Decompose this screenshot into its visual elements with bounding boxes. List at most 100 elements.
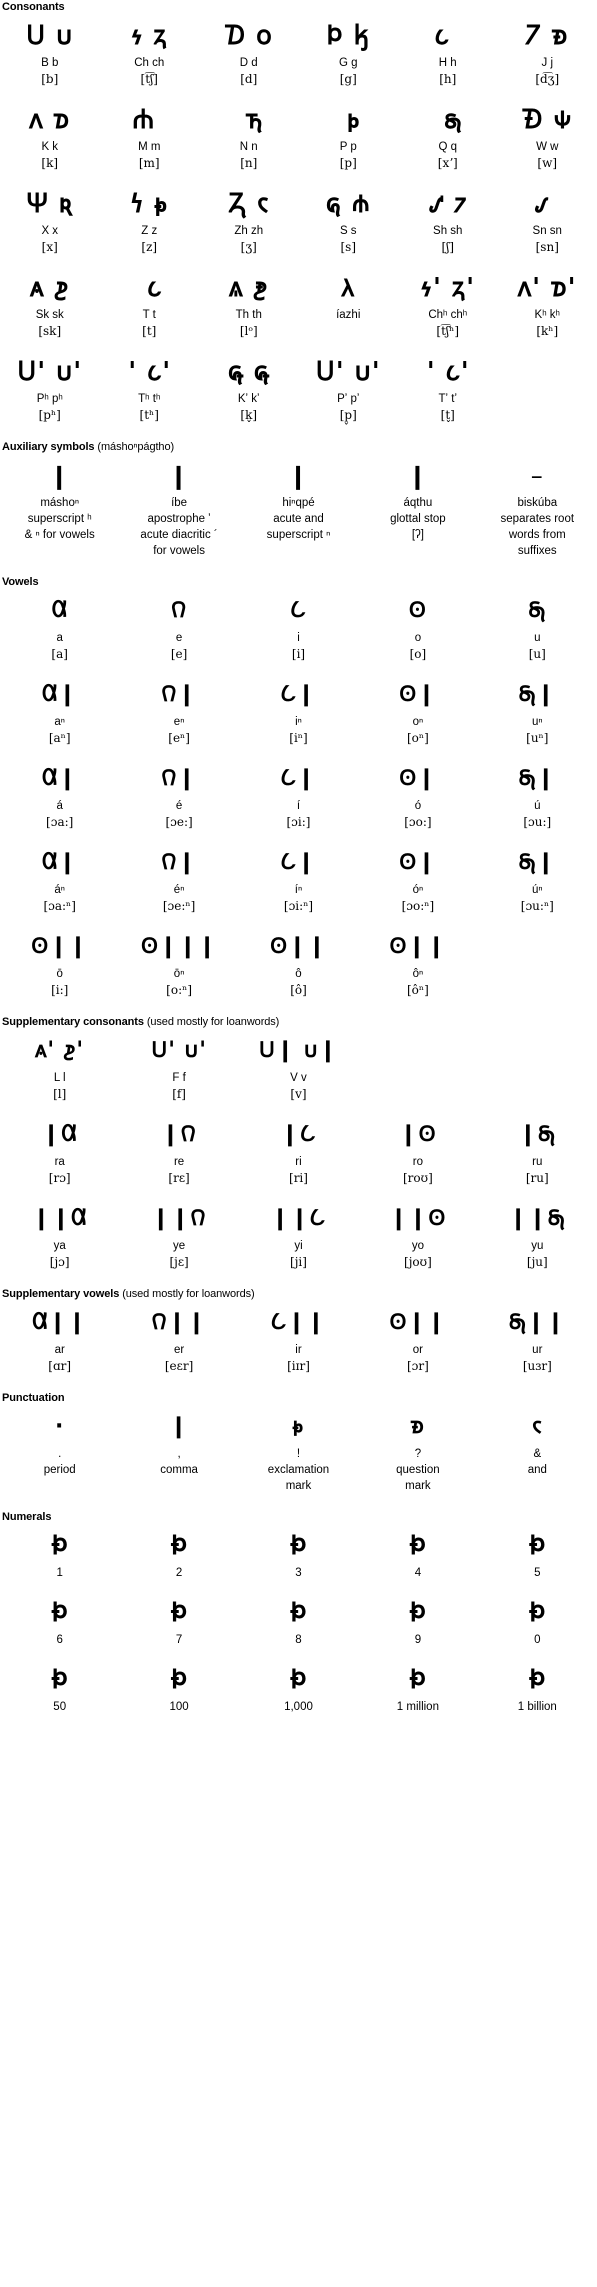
letter-glyph: 𐓘 𐓰 — [0, 100, 100, 140]
numeral-value: 5 — [478, 1566, 597, 1581]
letter-ipa: [o] — [358, 646, 477, 663]
letter-name: oⁿ — [358, 715, 477, 730]
letter-cell: 𐓎ꞌ 𐓶ꞌ F f [f] — [119, 1031, 238, 1103]
letter-name: ro — [358, 1155, 477, 1170]
letter-row: 𐓎 𐓶B b [b] 𐓷 𐓻 Ch ch [t͡ʃ] 𐓈 𐓪D d [d] 𐓄 𐓤G g [g]… — [0, 16, 597, 88]
numeral-cell: 𐓅3 — [239, 1526, 358, 1581]
supp-vowels-heading: Supplementary vowels (used mostly for lo… — [2, 1287, 597, 1301]
letter-ipa: [ɔu:ⁿ] — [478, 898, 597, 915]
auxiliary-glyph: ❙ — [119, 456, 238, 496]
letter-glyph: 𐒿❙ — [239, 759, 358, 799]
auxiliary-cell: ❙ íbe apostrophe ʼ acute diacritic ´ for vow… — [119, 456, 238, 559]
letter-cell: 𐒻❙ éⁿ [ɔe:ⁿ] — [119, 843, 238, 915]
letter-ipa: [ô] — [239, 982, 358, 999]
row-spacer — [0, 747, 597, 759]
letter-cell: 𐓃o [o] — [358, 591, 477, 663]
numeral-cell: 𐓅2 — [119, 1526, 238, 1581]
letter-glyph: 𐓒 𐓱 — [498, 16, 597, 56]
letter-cell — [358, 1031, 477, 1103]
letter-name: a — [0, 631, 119, 646]
letter-row: 𐒷❙ aⁿ [aⁿ] 𐒻❙ eⁿ [eⁿ] 𐒿❙ iⁿ [iⁿ] 𐓃❙ oⁿ [oⁿ] 𐓇❙ uⁿ [uⁿ] — [0, 675, 597, 747]
letter-name: ô — [239, 967, 358, 982]
letter-name: W w — [498, 140, 597, 155]
numerals-body: 𐓅 1 𐓅 2 𐓅 3 𐓅 4 𐓅 5 𐓅 6 𐓅 7 𐓅 8 𐓅 9 𐓅 0 𐓅 50 𐓅 100 𐓅 1,000 𐓅 1 mill… — [0, 1526, 597, 1715]
auxiliary-body: ❙ máshoⁿ superscript ʰ & ⁿ for vowels ❙ íbe ap… — [0, 456, 597, 559]
letter-glyph: 𐒿❙ — [239, 675, 358, 715]
letter-ipa: [n] — [199, 155, 299, 172]
letter-row: 𐓑 𐓜X x [x] 𐓏 𐓭Z z [z] 𐓓 𐓮 Zh zh [ʒ] 𐓝 𐓸S s [s] 𐓢 … — [0, 184, 597, 256]
letter-ipa: [ɔi:] — [239, 814, 358, 831]
letter-cell: 𐓇❙❙ ur [uɜr] — [478, 1303, 597, 1375]
letter-ipa: [ɔu:] — [478, 814, 597, 831]
numeral-glyph: 𐓅 — [478, 1660, 597, 1700]
letter-ipa: [ɔa:ⁿ] — [0, 898, 119, 915]
letter-glyph: 𐓗 𐓧 — [100, 268, 200, 308]
letter-cell: 𐓃❙❙ ō [i:] — [0, 927, 119, 999]
letter-glyph: 𐒷❙ — [0, 759, 119, 799]
letter-cell: ❙𐓇 ru [ru] — [478, 1115, 597, 1187]
letter-ipa: [ru] — [478, 1170, 597, 1187]
auxiliary-glyph: – — [478, 456, 597, 496]
row-spacer — [0, 1648, 597, 1660]
punctuation-description-line: and — [478, 1462, 597, 1478]
letter-ipa: [ɔe:] — [119, 814, 238, 831]
auxiliary-name: íbe — [119, 496, 238, 511]
letter-name: úⁿ — [478, 883, 597, 898]
letter-ipa: [lᵒ] — [199, 323, 299, 340]
letter-glyph: 𐓝 𐓸 — [299, 184, 399, 224]
letter-row: 𐒷❙ áⁿ [ɔa:ⁿ] 𐒻❙ éⁿ [ɔe:ⁿ] 𐒿❙ íⁿ [ɔi:ⁿ] 𐓃❙ óⁿ [ɔo:ⁿ]… — [0, 843, 597, 915]
numeral-value: 100 — [119, 1700, 238, 1715]
letter-cell: 𐓗ꞌ 𐓧ꞌ Tʰ tʰ [tʰ] — [100, 352, 200, 424]
letter-name: Sk sk — [0, 308, 100, 323]
letter-ipa: [joʊ] — [358, 1254, 477, 1271]
letter-glyph: 𐒷 — [0, 591, 119, 631]
auxiliary-description-line: [ʔ] — [358, 527, 477, 543]
letter-ipa: [iɪr] — [239, 1358, 358, 1375]
letter-glyph: ❙❙𐓇 — [478, 1199, 597, 1239]
letter-glyph: 𐓡 𐓼 — [498, 184, 597, 224]
letter-name: i — [239, 631, 358, 646]
numeral-glyph: 𐓅 — [119, 1593, 238, 1633]
letter-cell: 𐓉 𐓹W w [w] — [498, 100, 597, 172]
letter-ipa — [478, 1086, 597, 1103]
auxiliary-glyph: ❙ — [358, 456, 477, 496]
letter-ipa: [i] — [239, 646, 358, 663]
auxiliary-glyph: ❙ — [239, 456, 358, 496]
letter-name: er — [119, 1343, 238, 1358]
letter-glyph: 𐓄 𐓤 — [299, 16, 399, 56]
punctuation-glyph: · — [0, 1407, 119, 1447]
letter-glyph: 𐒻❙ — [119, 843, 238, 883]
punctuation-body: ·. period ❙, comma 𐓭! exclamation mark 𐓱? questi… — [0, 1407, 597, 1494]
letter-glyph: 𐓇❙ — [478, 675, 597, 715]
letter-cell: 𐓕 𐓵N n [n] — [199, 100, 299, 172]
letter-name: Pʰ pʰ — [0, 392, 100, 407]
row-spacer — [0, 256, 597, 268]
letter-glyph: 𐓷ꞌ 𐓻ꞌ — [398, 268, 498, 308]
letter-name: ó — [358, 799, 477, 814]
punctuation-glyph: 𐓭 — [239, 1407, 358, 1447]
letter-name: Sn sn — [498, 224, 597, 239]
numeral-cell: 𐓅 100 — [119, 1660, 238, 1715]
letter-name: e — [119, 631, 238, 646]
numeral-cell: 𐓅4 — [358, 1526, 477, 1581]
letter-ipa: [t͡ʃʰ] — [398, 323, 498, 340]
letter-ipa: [pʰ] — [0, 407, 100, 424]
letter-glyph: 𐓃❙❙ — [358, 1303, 477, 1343]
letter-ipa: [roʊ] — [358, 1170, 477, 1187]
auxiliary-description-line: & ⁿ for vowels — [0, 527, 119, 543]
auxiliary-name: hiⁿqpé — [239, 496, 358, 511]
letter-glyph: 𐓓 𐓮 — [199, 184, 299, 224]
letter-cell: 𐓞 𐓞 Kʼ kʼ [k̬] — [199, 352, 299, 424]
letter-glyph: 𐓗ꞌ 𐓧ꞌ — [100, 352, 200, 392]
letter-glyph: ❙𐒷 — [0, 1115, 119, 1155]
letter-cell: 𐓔 𐓬 P p [p] — [299, 100, 399, 172]
row-spacer — [0, 663, 597, 675]
numeral-value: 1,000 — [239, 1700, 358, 1715]
letter-cell: 𐓃❙ oⁿ [oⁿ] — [358, 675, 477, 747]
punctuation-symbol: . — [0, 1447, 119, 1462]
punctuation-cell: 𐓱? question mark — [358, 1407, 477, 1494]
letter-name: N n — [199, 140, 299, 155]
punctuation-heading: Punctuation — [2, 1391, 597, 1405]
letter-ipa: [t͡ʃ] — [100, 71, 200, 88]
punctuation-cell: 𐓭! exclamation mark — [239, 1407, 358, 1494]
